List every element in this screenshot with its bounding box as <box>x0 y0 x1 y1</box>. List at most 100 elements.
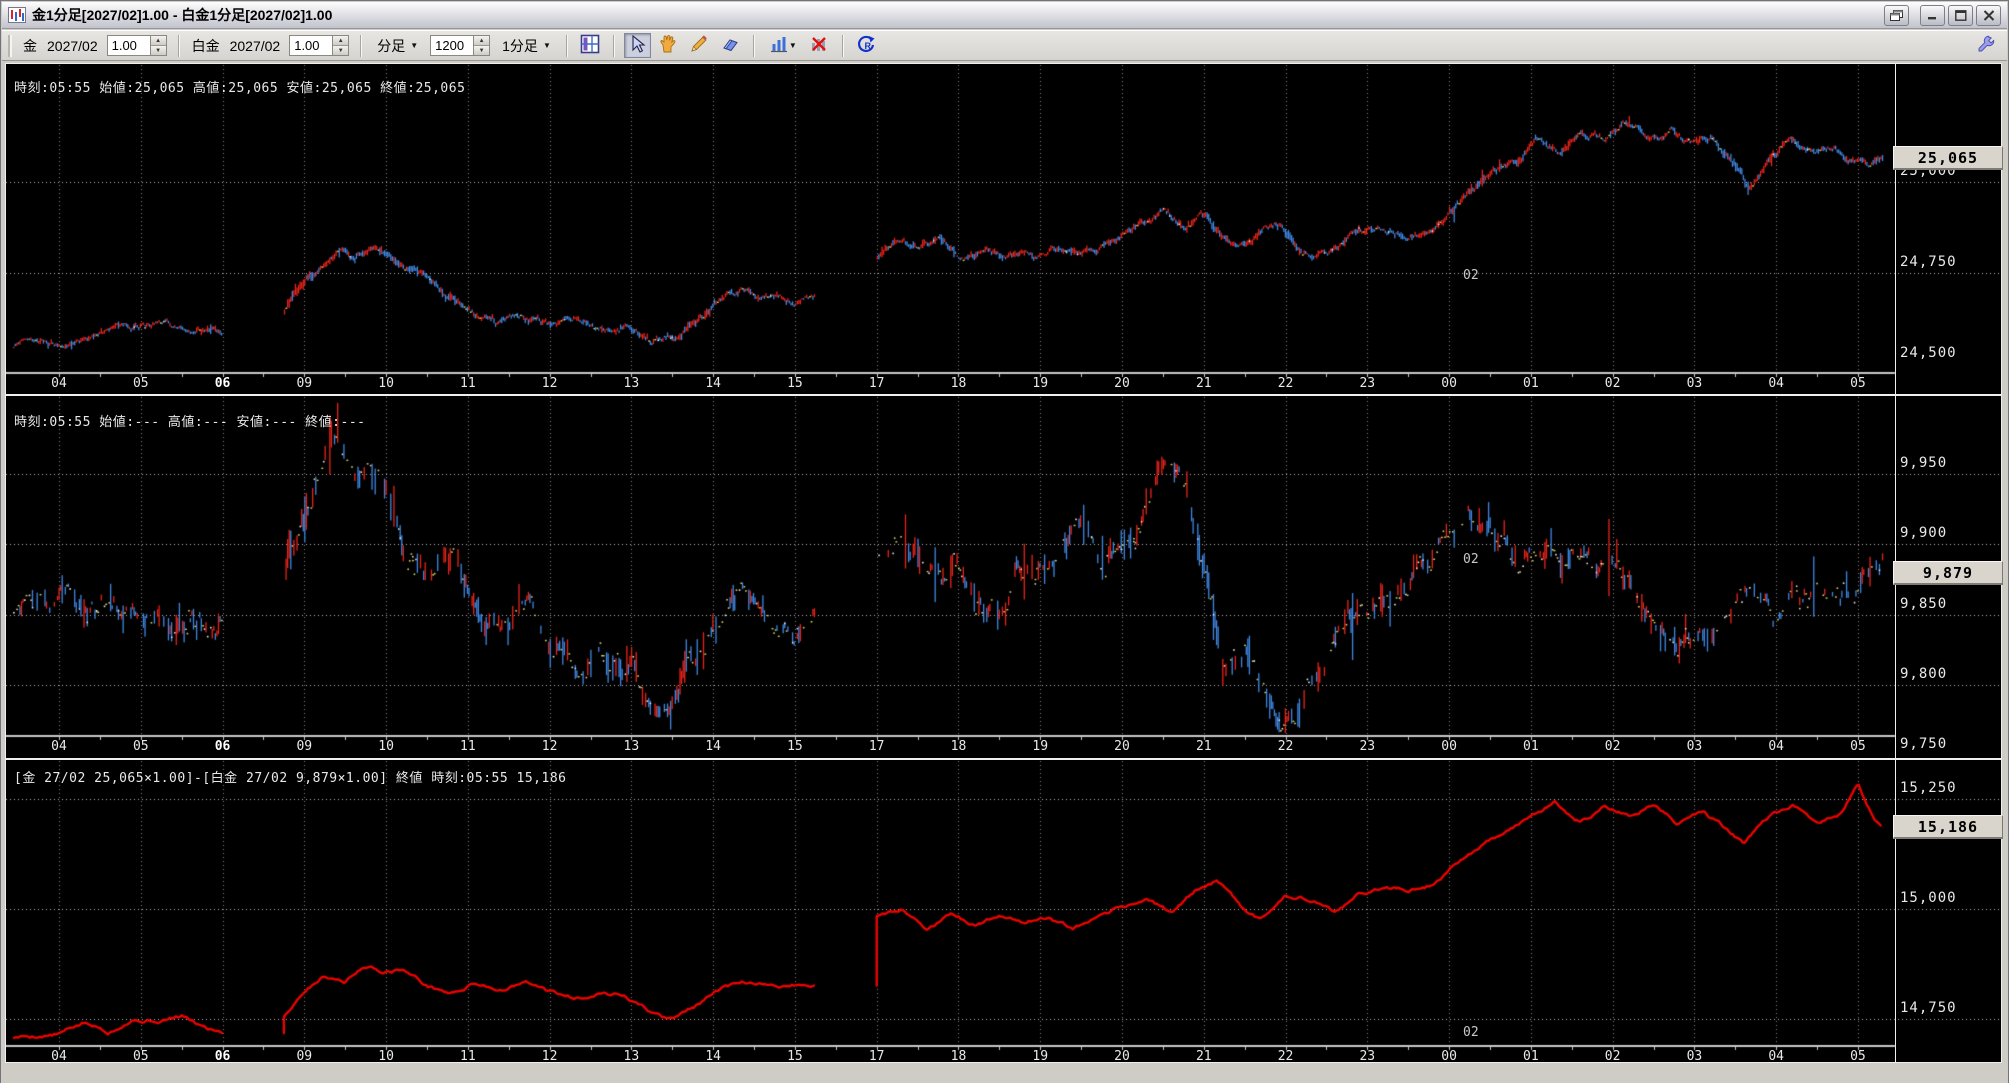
toolbar-grip[interactable] <box>8 34 12 57</box>
gold-chart-canvas[interactable] <box>6 64 2001 394</box>
timeframe-dropdown[interactable]: 1分足 ▼ <box>494 32 559 60</box>
indicator-delete-icon <box>809 34 829 57</box>
reload-icon: R <box>856 34 876 57</box>
x-axis-label: 17 <box>868 1049 885 1064</box>
spinner-buttons[interactable]: ▲ ▼ <box>332 36 349 55</box>
spinner-buttons[interactable]: ▲ ▼ <box>473 36 490 55</box>
x-axis-label: 18 <box>950 1049 967 1064</box>
bar-count-value[interactable]: 1200 <box>431 36 473 55</box>
interval-type-dropdown[interactable]: 分足 ▼ <box>369 32 426 60</box>
spin-down-icon: ▼ <box>474 46 490 55</box>
app-icon candlestick-chart-icon <box>8 7 26 23</box>
toolbar: 金 2027/02 1.00 ▲ ▼ 白金 2027/02 1.00 ▲ ▼ 分足 … <box>2 30 2007 61</box>
pan-tool-button[interactable] <box>655 33 682 58</box>
x-axis-label: 05 <box>1850 376 1866 391</box>
gold-current-price: 25,065 <box>1917 148 1979 167</box>
spinner-buttons[interactable]: ▲ ▼ <box>149 36 166 55</box>
indicator-delete-button[interactable] <box>806 33 833 58</box>
x-axis-label: 23 <box>1359 739 1376 754</box>
chart-settings-button[interactable] <box>577 33 604 58</box>
gold-month-label: 2027/02 <box>47 37 98 54</box>
reload-button[interactable]: R <box>853 33 880 58</box>
platinum-ratio-value[interactable]: 1.00 <box>290 36 332 55</box>
settings-wrench-button[interactable] <box>1972 33 1999 58</box>
y-axis-label: 9,900 <box>1900 525 1948 542</box>
x-axis-label: 03 <box>1686 376 1703 391</box>
x-axis-label: 12 <box>541 376 558 391</box>
close-button[interactable] <box>1976 4 2001 26</box>
x-axis-label: 23 <box>1359 1049 1376 1064</box>
minimize-button[interactable] <box>1920 4 1945 26</box>
date-label: 02 <box>1463 1025 1479 1040</box>
x-axis-label: 12 <box>541 739 558 754</box>
y-axis-label: 15,250 <box>1900 780 1957 797</box>
platinum-chart-canvas[interactable] <box>6 396 2001 758</box>
x-axis-label: 20 <box>1114 376 1130 391</box>
axis-divider <box>1895 760 1896 1062</box>
x-axis-label: 09 <box>296 376 313 391</box>
y-axis-label: 14,750 <box>1900 1000 1957 1017</box>
x-axis-label: 15 <box>787 739 803 754</box>
x-axis-label: 19 <box>1032 1049 1049 1064</box>
x-axis-label: 21 <box>1195 376 1212 391</box>
date-label: 02 <box>1463 552 1479 567</box>
gold-ratio-value[interactable]: 1.00 <box>108 36 150 55</box>
x-axis-label: 19 <box>1032 376 1049 391</box>
eraser-icon <box>720 34 740 57</box>
x-axis-label: 03 <box>1686 739 1703 754</box>
x-axis-label: 11 <box>460 739 476 754</box>
cursor-tool-button[interactable] <box>623 33 651 58</box>
x-axis-label: 00 <box>1441 739 1457 754</box>
platinum-chart-panel[interactable]: 時刻:05:55 始値:--- 高値:--- 安値:--- 終値:--- 9,8… <box>5 395 2003 759</box>
erase-tool-button[interactable] <box>717 33 744 58</box>
spread-current-price: 15,186 <box>1917 817 1979 836</box>
gold-ratio-spinner[interactable]: 1.00 ▲ ▼ <box>106 35 167 56</box>
spin-up-icon: ▲ <box>150 36 166 46</box>
toolbar-separator <box>565 34 568 57</box>
x-axis-label: 05 <box>132 1049 149 1064</box>
spin-down-icon: ▼ <box>150 46 166 55</box>
cascade-windows-button[interactable] <box>1884 4 1909 26</box>
x-axis-label: 11 <box>460 376 476 391</box>
x-axis-label: 13 <box>623 376 640 391</box>
y-axis-label: 15,000 <box>1900 890 1957 907</box>
cursor-icon <box>627 34 647 57</box>
x-axis-label: 15 <box>787 376 803 391</box>
chart-settings-icon <box>579 33 601 58</box>
window-title: 金1分足[2027/02]1.00 - 白金1分足[2027/02]1.00 <box>32 7 333 23</box>
x-axis-label: 21 <box>1195 1049 1212 1064</box>
spread-readout: [金 27/02 25,065×1.00]-[白金 27/02 9,879×1.… <box>14 771 567 786</box>
spread-chart-panel[interactable]: [金 27/02 25,065×1.00]-[白金 27/02 9,879×1.… <box>5 759 2003 1064</box>
maximize-button[interactable] <box>1948 4 1973 26</box>
gold-chart-panel[interactable]: 時刻:05:55 始値:25,065 高値:25,065 安値:25,065 終… <box>5 63 2003 395</box>
titlebar[interactable]: 金1分足[2027/02]1.00 - 白金1分足[2027/02]1.00 <box>2 2 2007 29</box>
indicator-add-button[interactable]: ▼ <box>764 33 802 58</box>
platinum-ohlc-readout: 時刻:05:55 始値:--- 高値:--- 安値:--- 終値:--- <box>14 415 366 430</box>
x-axis-label: 11 <box>460 1049 476 1064</box>
x-axis-label: 00 <box>1441 1049 1457 1064</box>
x-axis-label: 02 <box>1604 739 1621 754</box>
toolbar-separator <box>841 34 844 57</box>
x-axis-label: 14 <box>705 376 721 391</box>
x-axis-label: 21 <box>1195 739 1212 754</box>
x-axis-label: 19 <box>1032 739 1049 754</box>
x-axis-label: 18 <box>950 376 967 391</box>
x-axis-label: 13 <box>623 739 640 754</box>
spin-up-icon: ▲ <box>333 36 349 46</box>
draw-tool-button[interactable] <box>686 33 713 58</box>
x-axis-label: 05 <box>1850 739 1866 754</box>
spread-chart-canvas[interactable] <box>6 760 2001 1062</box>
chevron-down-icon: ▼ <box>542 41 551 50</box>
histogram-icon <box>769 34 789 57</box>
x-axis-label: 12 <box>541 1049 558 1064</box>
wrench-icon <box>1976 34 1996 57</box>
pencil-icon <box>689 34 709 57</box>
x-axis-label: 10 <box>378 1049 394 1064</box>
date-label: 02 <box>1463 268 1479 283</box>
bar-count-spinner[interactable]: 1200 ▲ ▼ <box>430 35 491 56</box>
spread-current-price-box: 15,186 <box>1893 815 2003 839</box>
x-axis-label: 23 <box>1359 376 1376 391</box>
platinum-ratio-spinner[interactable]: 1.00 ▲ ▼ <box>289 35 350 56</box>
chevron-down-icon: ▼ <box>788 41 797 50</box>
toolbar-separator <box>360 34 363 57</box>
